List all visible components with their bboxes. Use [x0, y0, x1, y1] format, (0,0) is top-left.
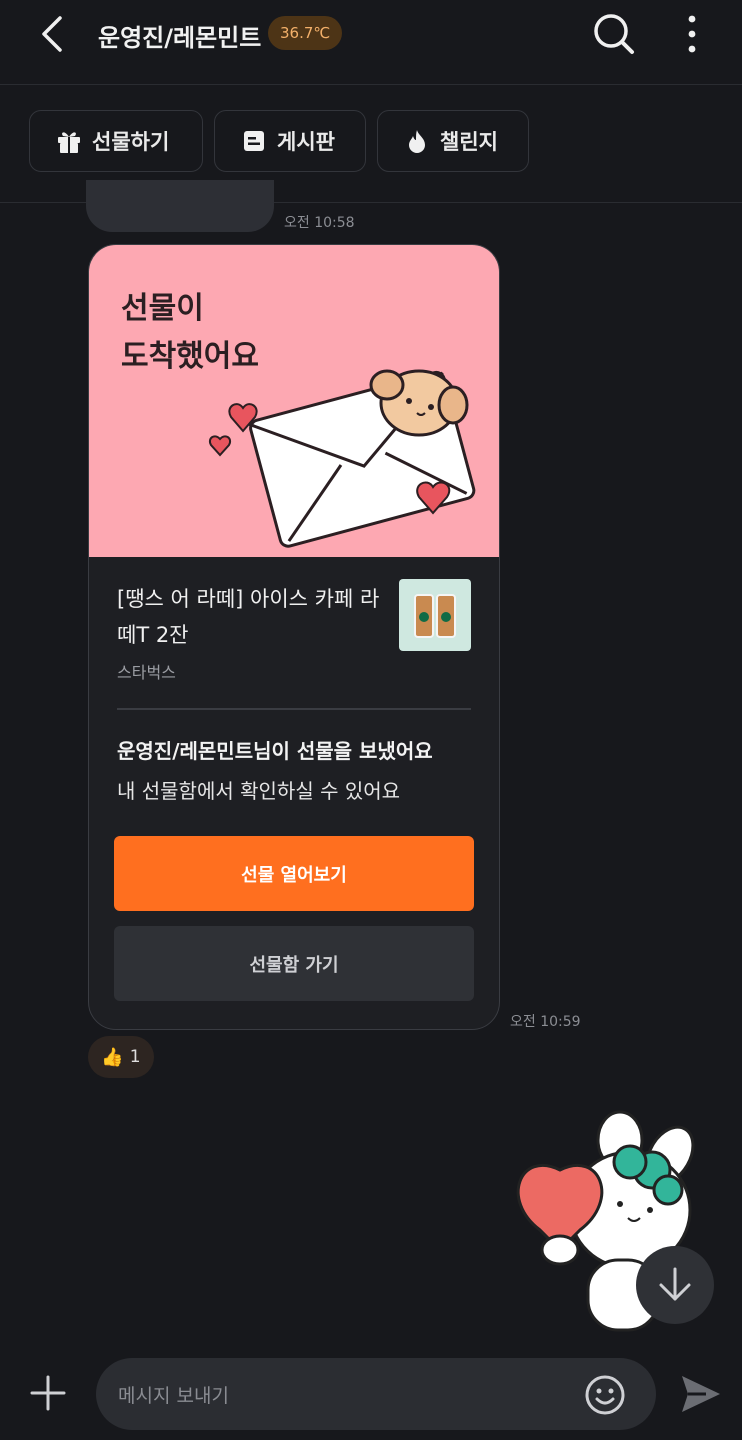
board-icon [244, 131, 264, 151]
message-time: 오전 10:59 [510, 1014, 581, 1030]
back-chevron-icon[interactable] [36, 14, 76, 54]
chip-challenge[interactable]: 챌린지 [377, 110, 529, 172]
chip-label: 게시판 [277, 130, 335, 154]
gift-banner: 선물이 도착했어요 [89, 245, 499, 557]
gift-message-title: 운영진/레몬민트님이 선물을 보냈어요 [117, 739, 433, 763]
banner-title: 선물이 도착했어요 [121, 291, 259, 374]
reaction-count: 1 [129, 1047, 141, 1067]
fire-icon [409, 130, 425, 153]
gift-message-body: 내 선물함에서 확인하실 수 있어요 [117, 779, 401, 803]
gift-card-message: 선물이 도착했어요 [땡스 어 라떼] 아이스 카페 라떼T 2잔 스타벅스 운… [88, 244, 500, 1030]
message-input[interactable]: 메시지 보내기 [96, 1358, 656, 1430]
reaction-badge[interactable]: 👍 1 [88, 1036, 154, 1078]
plus-icon[interactable] [28, 1373, 68, 1413]
product-thumbnail [399, 579, 471, 651]
chip-label: 챌린지 [440, 130, 498, 154]
send-icon[interactable] [676, 1370, 724, 1418]
chip-board[interactable]: 게시판 [214, 110, 366, 172]
gift-box-button[interactable]: 선물함 가기 [114, 926, 474, 1001]
open-gift-button[interactable]: 선물 열어보기 [114, 836, 474, 911]
product-name: [땡스 어 라떼] 아이스 카페 라떼T 2잔 [117, 587, 380, 647]
divider [117, 708, 471, 710]
chip-label: 선물하기 [92, 130, 170, 154]
previous-message-bubble [86, 180, 274, 232]
arrow-down-icon [659, 1267, 691, 1301]
message-time: 오전 10:58 [284, 215, 355, 231]
product-brand: 스타벅스 [117, 663, 176, 682]
more-vertical-icon[interactable] [678, 14, 706, 54]
message-input-placeholder: 메시지 보내기 [118, 1384, 229, 1407]
chip-gift[interactable]: 선물하기 [29, 110, 203, 172]
temperature-badge: 36.7℃ [268, 16, 343, 50]
thumbs-up-icon: 👍 [101, 1046, 124, 1068]
emoji-icon[interactable] [584, 1374, 626, 1416]
chat-title: 운영진/레몬민트 [98, 24, 262, 52]
top-bar: 운영진/레몬민트 36.7℃ [0, 0, 742, 85]
gift-icon [58, 132, 80, 153]
scroll-down-button[interactable] [636, 1246, 714, 1324]
search-icon[interactable] [592, 12, 636, 56]
